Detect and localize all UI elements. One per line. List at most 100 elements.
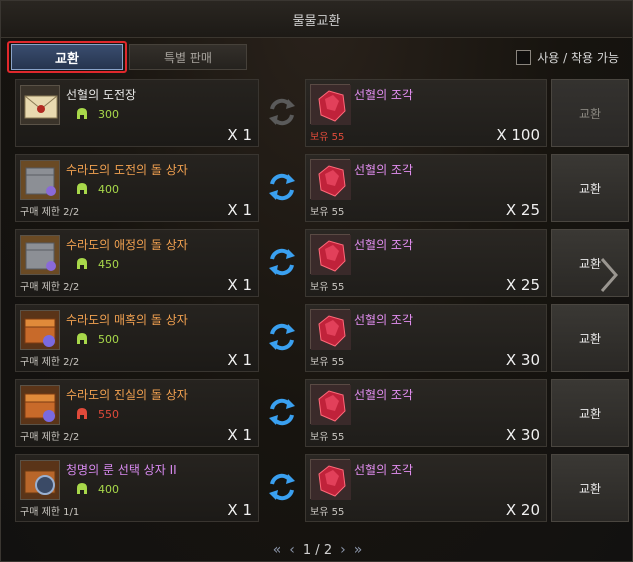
page-indicator: 1 / 2	[302, 542, 333, 558]
chevron-right-icon[interactable]	[596, 255, 622, 295]
pagination: « ‹ 1 / 2 › »	[1, 539, 633, 561]
exchange-row: 수라도의 도전의 돌 상자 400 구매 제한 2/2 X 1 선혈의 조각보유 55 X…	[15, 154, 629, 222]
gem-icon	[310, 309, 351, 350]
first-page-button[interactable]: «	[273, 542, 282, 558]
purchase-limit: 구매 제한 1/1	[20, 507, 80, 518]
offer-price-value: 400	[98, 482, 119, 496]
gem-icon	[310, 234, 351, 275]
barter-window: 물물교환 교환 특별 판매 사용 / 착용 가능 선혈의 도전장 300 X 1 선혈…	[0, 0, 633, 562]
offer-price: 450	[76, 257, 119, 271]
owned-count: 보유 55	[310, 207, 345, 218]
swap-icon	[263, 318, 301, 356]
offer-item-name: 선혈의 도전장	[66, 88, 137, 102]
cost-item-name: 선혈의 조각	[354, 88, 414, 102]
cost-quantity: X 25	[505, 201, 540, 219]
purchase-limit: 구매 제한 2/2	[20, 207, 80, 218]
offer-price: 300	[76, 107, 119, 121]
cost-quantity: X 30	[505, 351, 540, 369]
cost-item-name: 선혈의 조각	[354, 238, 414, 252]
helmet-icon	[77, 183, 87, 194]
offer-item: 수라도의 진실의 돌 상자 550 구매 제한 2/2 X 1	[15, 379, 259, 447]
tab-exchange[interactable]: 교환	[7, 41, 127, 73]
exchange-button[interactable]: 교환	[551, 454, 629, 522]
gem-icon	[310, 384, 351, 425]
cost-item: 선혈의 조각보유 55 X 30	[305, 379, 547, 447]
prev-page-button[interactable]: ‹	[289, 542, 295, 558]
owned-count: 보유 55	[310, 432, 345, 443]
chest-icon	[20, 385, 60, 425]
offer-price: 500	[76, 332, 119, 346]
gem-icon	[310, 84, 351, 125]
offer-item-name: 청명의 룬 선택 상자 II	[66, 463, 177, 477]
purchase-limit: 구매 제한 2/2	[20, 282, 80, 293]
swap-icon	[263, 168, 301, 206]
offer-item: 선혈의 도전장 300 X 1	[15, 79, 259, 147]
next-page-button[interactable]: ›	[340, 542, 346, 558]
exchange-button[interactable]: 교환	[551, 304, 629, 372]
offer-price: 550	[76, 407, 119, 421]
cost-quantity: X 30	[505, 426, 540, 444]
offer-quantity: X 1	[227, 126, 252, 144]
exchange-row: 수라도의 애정의 돌 상자 450 구매 제한 2/2 X 1 선혈의 조각 보유 55 X…	[15, 229, 629, 297]
gem-icon	[310, 459, 351, 500]
cost-item-name: 선혈의 조각	[354, 163, 414, 177]
offer-price: 400	[76, 482, 119, 496]
offer-price-value: 300	[98, 107, 119, 121]
helmet-icon	[77, 408, 87, 419]
usable-filter[interactable]: 사용 / 착용 가능	[516, 49, 619, 66]
offer-quantity: X 1	[227, 276, 252, 294]
purchase-limit: 구매 제한 2/2	[20, 357, 80, 368]
exchange-row: 선혈의 도전장 300 X 1 선혈의 조각 보유 55 X 100 교환	[15, 79, 629, 147]
cost-quantity: X 25	[505, 276, 540, 294]
gem-icon	[310, 159, 351, 200]
exchange-button[interactable]: 교환	[551, 79, 629, 147]
offer-item: 청명의 룬 선택 상자 II 400 구매 제한 1/1 X 1	[15, 454, 259, 522]
exchange-row: 수라도의 진실의 돌 상자 550 구매 제한 2/2 X 1 선혈의 조각 보유 55 X…	[15, 379, 629, 447]
offer-price-value: 450	[98, 257, 119, 271]
offer-quantity: X 1	[227, 201, 252, 219]
cost-item-name: 선혈의 조각	[354, 463, 414, 477]
helmet-icon	[77, 108, 87, 119]
swap-icon	[263, 468, 301, 506]
cost-quantity: X 20	[505, 501, 540, 519]
swap-icon	[263, 243, 301, 281]
exchange-row: 수라도의 매혹의 돌 상자 500 구매 제한 2/2 X 1 선혈의 조각보유 55 X…	[15, 304, 629, 372]
cost-item-name: 선혈의 조각	[354, 313, 414, 327]
cost-item-name: 선혈의 조각	[354, 388, 414, 402]
offer-item-name: 수라도의 매혹의 돌 상자	[66, 313, 188, 327]
offer-item-name: 수라도의 진실의 돌 상자	[66, 388, 188, 402]
exchange-row: 청명의 룬 선택 상자 II 400 구매 제한 1/1 X 1 선혈의 조각보유 55…	[15, 454, 629, 522]
cost-item: 선혈의 조각보유 55 X 25	[305, 229, 547, 297]
envelope-icon	[20, 85, 60, 125]
usable-filter-checkbox[interactable]	[516, 50, 532, 65]
offer-item: 수라도의 도전의 돌 상자 400 구매 제한 2/2 X 1	[15, 154, 259, 222]
cost-item: 선혈의 조각보유 55 X 30	[305, 304, 547, 372]
offer-price: 400	[76, 182, 119, 196]
offer-item-name: 수라도의 도전의 돌 상자	[66, 163, 188, 177]
last-page-button[interactable]: »	[354, 542, 363, 558]
swap-icon	[263, 393, 301, 431]
owned-count: 보유 55	[310, 282, 345, 293]
cost-item: 선혈의 조각보유 55 X 25	[305, 154, 547, 222]
rune-box-icon	[20, 460, 60, 500]
chest-icon	[20, 310, 60, 350]
helmet-icon	[77, 333, 87, 344]
purchase-limit: 구매 제한 2/2	[20, 432, 80, 443]
stone-box-icon	[20, 235, 60, 275]
cost-item: 선혈의 조각보유 55 X 20	[305, 454, 547, 522]
offer-quantity: X 1	[227, 351, 252, 369]
tab-bar: 교환 특별 판매 사용 / 착용 가능	[7, 41, 627, 73]
owned-count: 보유 55	[310, 357, 345, 368]
exchange-button[interactable]: 교환	[551, 379, 629, 447]
offer-quantity: X 1	[227, 501, 252, 519]
exchange-button[interactable]: 교환	[551, 154, 629, 222]
offer-price-value: 500	[98, 332, 119, 346]
stone-box-icon	[20, 160, 60, 200]
swap-icon	[263, 93, 301, 131]
owned-count: 보유 55	[310, 507, 345, 518]
usable-filter-label: 사용 / 착용 가능	[537, 51, 619, 65]
cost-item: 선혈의 조각 보유 55 X 100	[305, 79, 547, 147]
helmet-icon	[77, 483, 87, 494]
tab-special-sale[interactable]: 특별 판매	[129, 44, 247, 70]
owned-count: 보유 55	[310, 132, 345, 143]
